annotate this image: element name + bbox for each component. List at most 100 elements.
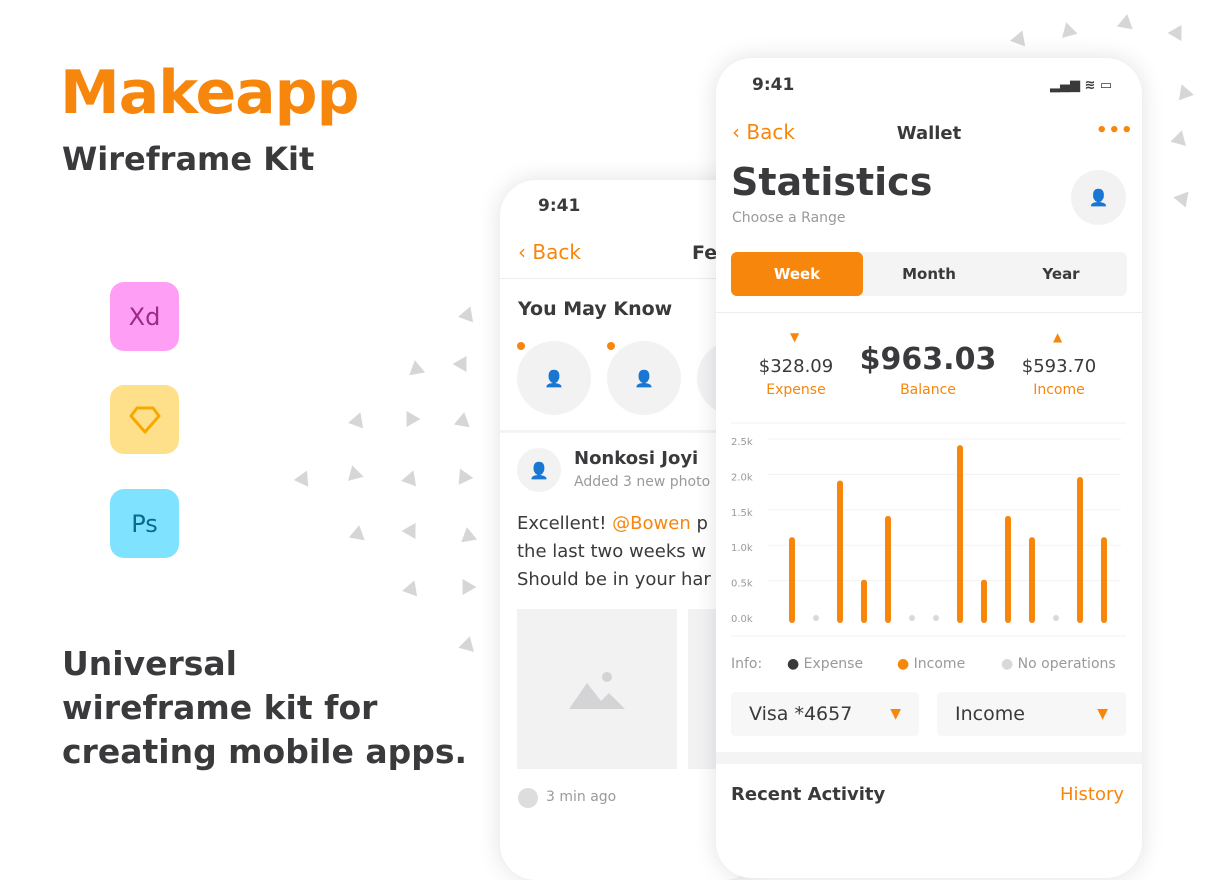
status-icons: ▂▄▆ ≋ ▭ [1050, 78, 1113, 93]
text: the last two weeks w [517, 541, 707, 562]
triangle-decoration [1167, 20, 1189, 42]
post-time: 3 min ago [546, 789, 617, 805]
mention-link[interactable]: @Bowen [612, 513, 691, 534]
legend-expense: ● Expense [787, 656, 864, 672]
triangle-decoration [452, 465, 474, 485]
back-button[interactable]: ‹ Back [518, 240, 581, 264]
bar-empty [813, 615, 819, 621]
legend-none: ● No operations [1001, 656, 1116, 672]
legend-label: Income [913, 656, 966, 672]
user-avatar[interactable]: 👤 [1071, 170, 1126, 225]
legend-label: Expense [803, 656, 864, 672]
image-icon [569, 672, 625, 709]
bar-empty [909, 615, 915, 621]
triangle-decoration [399, 406, 421, 428]
xd-app-icon: Xd [110, 282, 179, 351]
wallet-phone: 9:41 ▂▄▆ ≋ ▭ ‹ Back Wallet ••• Statistic… [716, 58, 1142, 878]
divider [716, 752, 1142, 764]
brand-title: Makeapp [60, 58, 360, 128]
status-time: 9:41 [538, 196, 581, 216]
post-action: Added 3 new photo [574, 474, 711, 490]
triangle-decoration [455, 574, 477, 596]
photo-placeholder[interactable] [517, 609, 677, 769]
range-tabs: Week Month Year [731, 252, 1127, 296]
card-select[interactable]: Visa *4657 ▼ [731, 692, 919, 736]
triangle-decoration [458, 303, 478, 323]
triangle-decoration [453, 410, 473, 428]
suggested-avatar[interactable]: 👤 [517, 341, 591, 415]
triangle-decoration [406, 358, 426, 376]
page-subtitle: Choose a Range [732, 210, 846, 226]
feed-title: Fe [692, 242, 718, 264]
clock-icon [518, 788, 538, 808]
balance-label: Balance [900, 382, 956, 398]
y-tick-label: 0.0k [731, 614, 753, 625]
screen-title: Wallet [896, 123, 962, 144]
suggested-avatar[interactable]: 👤 [607, 341, 681, 415]
triangle-decoration [293, 467, 315, 487]
caret-down-icon: ▼ [890, 706, 901, 722]
down-arrow-icon: ▼ [790, 330, 800, 344]
tagline-line: creating mobile apps. [62, 732, 468, 771]
triangle-decoration [1058, 20, 1078, 38]
tab-week[interactable]: Week [731, 252, 863, 296]
tab-month[interactable]: Month [863, 252, 995, 296]
triangle-decoration [401, 518, 423, 540]
y-tick-label: 2.5k [731, 437, 753, 448]
type-select[interactable]: Income ▼ [937, 692, 1126, 736]
bar-empty [1053, 615, 1059, 621]
triangle-decoration [402, 577, 422, 597]
balance-value: $963.03 [859, 342, 997, 377]
tab-year[interactable]: Year [995, 252, 1127, 296]
legend-income: ● Income [897, 656, 966, 672]
post-author[interactable]: Nonkosi Joyi [574, 448, 698, 469]
ps-label: Ps [131, 509, 158, 538]
triangle-decoration [1174, 81, 1194, 101]
y-tick-label: 1.5k [731, 508, 753, 519]
up-arrow-icon: ▲ [1053, 330, 1063, 344]
triangle-decoration [1173, 186, 1195, 208]
expense-label: Expense [766, 382, 826, 398]
select-value: Visa *4657 [749, 703, 853, 725]
legend-label: No operations [1017, 656, 1116, 672]
ps-app-icon: Ps [110, 489, 179, 558]
more-icon[interactable]: ••• [1096, 120, 1134, 141]
bar-empty [933, 615, 939, 621]
tagline-line: wireframe kit for [62, 688, 378, 727]
section-title: Recent Activity [731, 784, 886, 805]
online-dot [517, 342, 525, 350]
text: p [690, 513, 708, 534]
triangle-decoration [1170, 128, 1190, 146]
online-dot [607, 342, 615, 350]
text: Should be in your har [517, 569, 711, 590]
triangle-decoration [452, 351, 474, 373]
xd-label: Xd [128, 302, 161, 331]
income-value: $593.70 [1021, 356, 1097, 377]
income-label: Income [1033, 382, 1085, 398]
author-avatar[interactable]: 👤 [517, 448, 561, 492]
page-title: Statistics [731, 160, 933, 204]
divider [716, 312, 1142, 313]
tagline-line: Universal [62, 644, 237, 683]
brand-subtitle: Wireframe Kit [62, 140, 315, 178]
triangle-decoration [1116, 12, 1136, 30]
back-label: Back [532, 240, 581, 264]
post-text: Excellent! @Bowen p the last two weeks w… [517, 510, 711, 594]
sketch-app-icon [110, 385, 179, 454]
triangle-decoration [1010, 27, 1030, 47]
status-time: 9:41 [752, 75, 795, 95]
y-tick-label: 1.0k [731, 543, 753, 554]
triangle-decoration [348, 409, 368, 429]
section-title: You May Know [518, 298, 673, 320]
legend-title: Info: [731, 656, 763, 672]
triangle-decoration [401, 467, 421, 487]
triangle-decoration [344, 463, 364, 481]
caret-down-icon: ▼ [1097, 706, 1108, 722]
tagline: Universal wireframe kit for creating mob… [62, 642, 467, 774]
y-tick-label: 0.5k [731, 579, 753, 590]
statistics-chart: 0.0k 0.5k 1.0k 1.5k 2.0k 2.5k [731, 422, 1126, 637]
text: Excellent! [517, 513, 613, 534]
history-link[interactable]: History [1060, 784, 1124, 805]
y-tick-label: 2.0k [731, 472, 753, 483]
expense-value: $328.09 [758, 356, 834, 377]
